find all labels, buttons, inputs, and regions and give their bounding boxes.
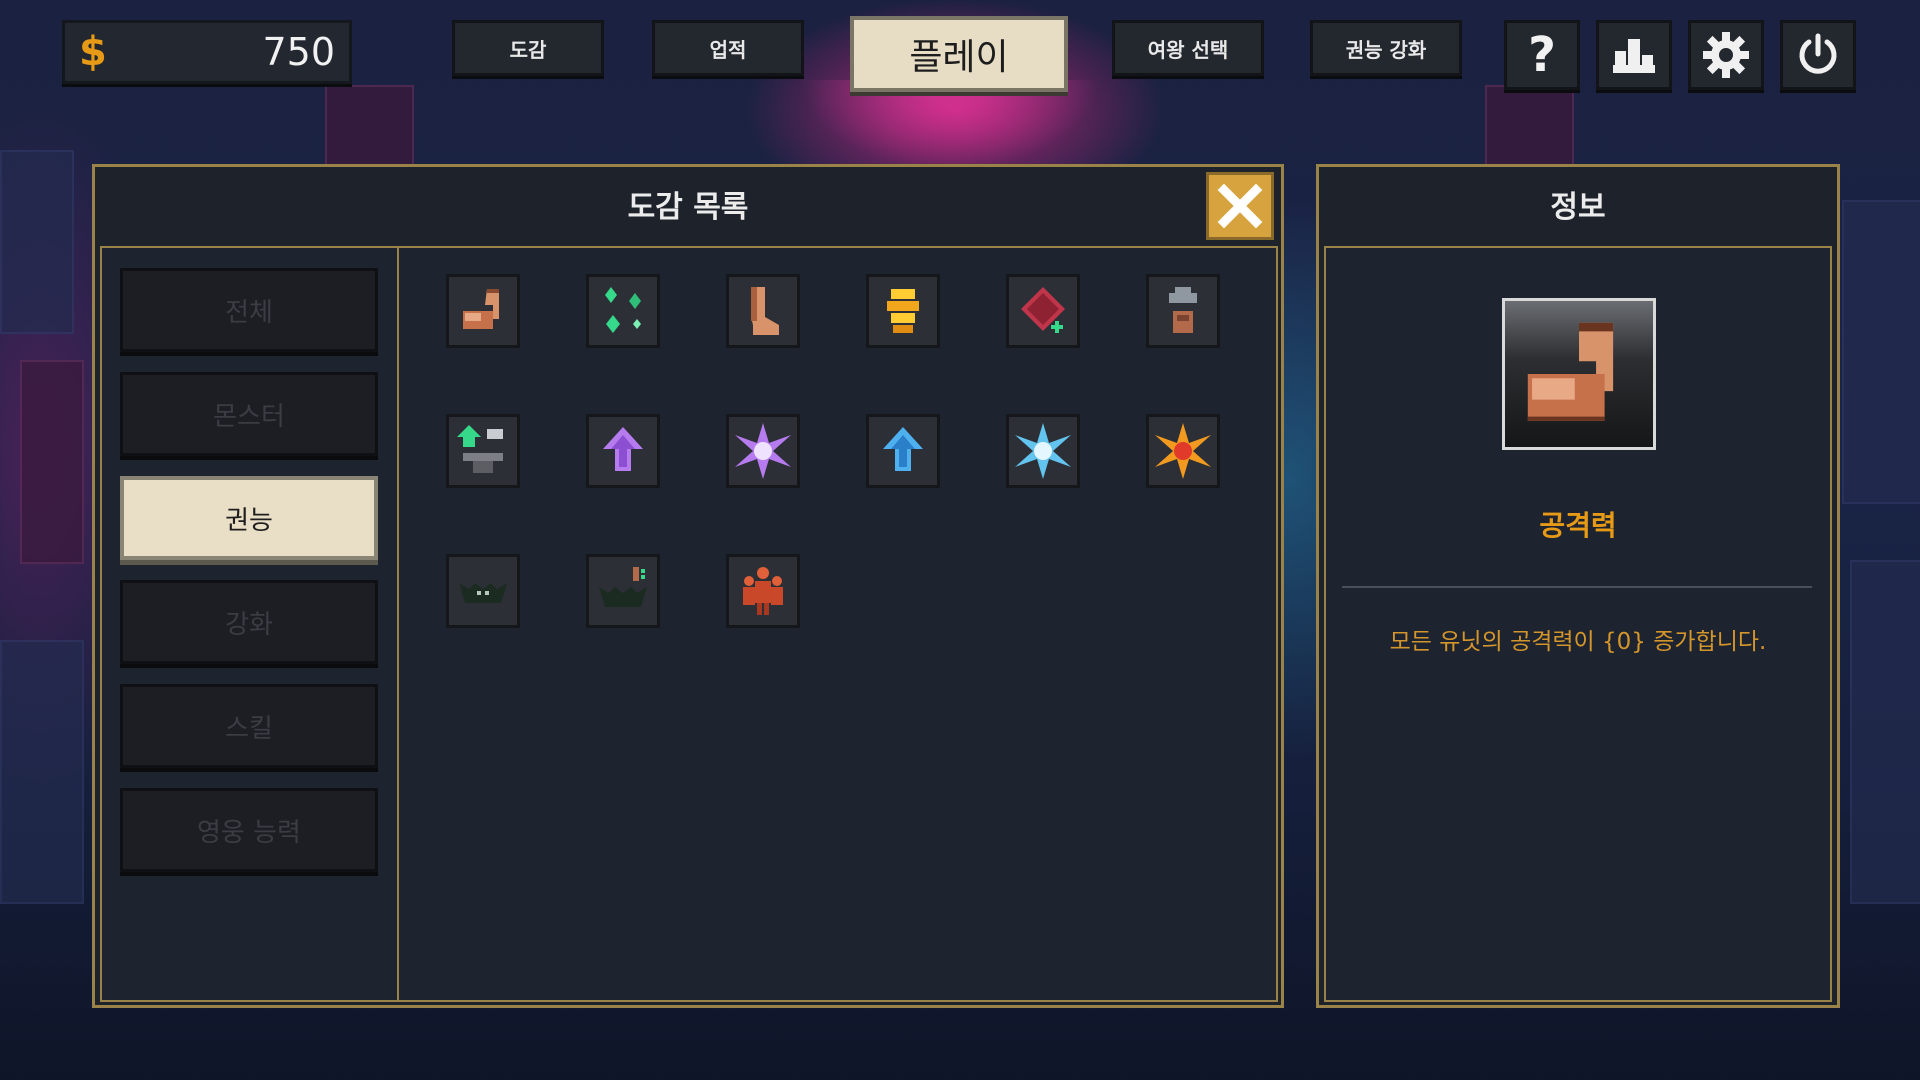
codex-item-slot[interactable] (1006, 274, 1080, 348)
help-button[interactable]: ? (1504, 20, 1580, 90)
green-arrow-anvil-icon (457, 425, 503, 473)
orange-group-icon (743, 567, 783, 615)
green-sparkles-icon (605, 287, 641, 333)
background-banner (325, 85, 414, 169)
blue-burst-icon (1015, 423, 1071, 479)
power-icon (1799, 33, 1837, 74)
leg-icon (751, 287, 779, 335)
item-preview (1502, 298, 1656, 450)
play-button[interactable]: 플레이 (850, 16, 1068, 92)
codex-item-slot[interactable] (866, 274, 940, 348)
gear-icon (1703, 32, 1749, 78)
category-skill[interactable]: 스킬 (120, 684, 378, 768)
codex-button[interactable]: 도감 (452, 20, 604, 76)
codex-item-slot[interactable] (446, 274, 520, 348)
category-monster[interactable]: 몬스터 (120, 372, 378, 456)
category-authority[interactable]: 권능 (120, 476, 378, 560)
codex-item-slot[interactable] (586, 554, 660, 628)
codex-item-slot[interactable] (1146, 414, 1220, 488)
codex-item-slot[interactable] (586, 274, 660, 348)
dark-bat-upgrade-icon (599, 567, 647, 607)
red-book-icon (1021, 287, 1065, 333)
codex-item-slot[interactable] (726, 414, 800, 488)
background-wall (1842, 200, 1920, 504)
codex-item-slot[interactable] (446, 554, 520, 628)
blue-up-arrow-icon (883, 427, 923, 471)
codex-item-slot[interactable] (1006, 414, 1080, 488)
category-hero-ability[interactable]: 영웅 능력 (120, 788, 378, 872)
codex-item-slot[interactable] (726, 274, 800, 348)
flexed-arm-icon (1527, 322, 1614, 421)
orange-burst-icon (1155, 423, 1211, 479)
codex-item-slot[interactable] (586, 414, 660, 488)
background-banner (1485, 85, 1574, 169)
background-pillar (1850, 560, 1920, 904)
codex-panel-title: 도감 목록 (627, 190, 749, 225)
background-glow (800, 80, 1100, 170)
purple-up-arrow-icon (603, 427, 643, 471)
category-all[interactable]: 전체 (120, 268, 378, 352)
codex-item-slot[interactable] (1146, 274, 1220, 348)
info-panel-title: 정보 (1550, 190, 1606, 225)
settings-button[interactable] (1688, 20, 1764, 90)
item-description: 모든 유닛의 공격력이 {0} 증가합니다. (1389, 629, 1767, 655)
codex-item-slot[interactable] (866, 414, 940, 488)
dollar-icon: $ (79, 29, 107, 75)
help-icon: ? (1528, 27, 1556, 83)
background-wall (0, 150, 74, 334)
currency-value: 750 (262, 30, 335, 74)
ranking-button[interactable] (1596, 20, 1672, 90)
authority-upgrade-button[interactable]: 권능 강화 (1310, 20, 1462, 76)
codex-item-slot[interactable] (446, 414, 520, 488)
codex-item-slot[interactable] (726, 554, 800, 628)
info-divider (1342, 586, 1812, 588)
purple-burst-icon (735, 423, 791, 479)
dark-bat-icon (459, 583, 507, 603)
category-upgrade[interactable]: 강화 (120, 580, 378, 664)
close-icon (1217, 183, 1263, 229)
category-divider (397, 248, 399, 1000)
flexed-arm-icon (463, 289, 499, 329)
item-name: 공격력 (1539, 509, 1617, 542)
background-banner (20, 360, 84, 564)
ranking-icon (1613, 39, 1655, 73)
tower-icon (1169, 287, 1197, 333)
currency-display: $ 750 (62, 20, 352, 84)
queen-select-button[interactable]: 여왕 선택 (1112, 20, 1264, 76)
gold-coins-icon (887, 289, 919, 333)
achievements-button[interactable]: 업적 (652, 20, 804, 76)
power-button[interactable] (1780, 20, 1856, 90)
close-button[interactable] (1206, 172, 1274, 240)
background-pillar (0, 640, 84, 904)
